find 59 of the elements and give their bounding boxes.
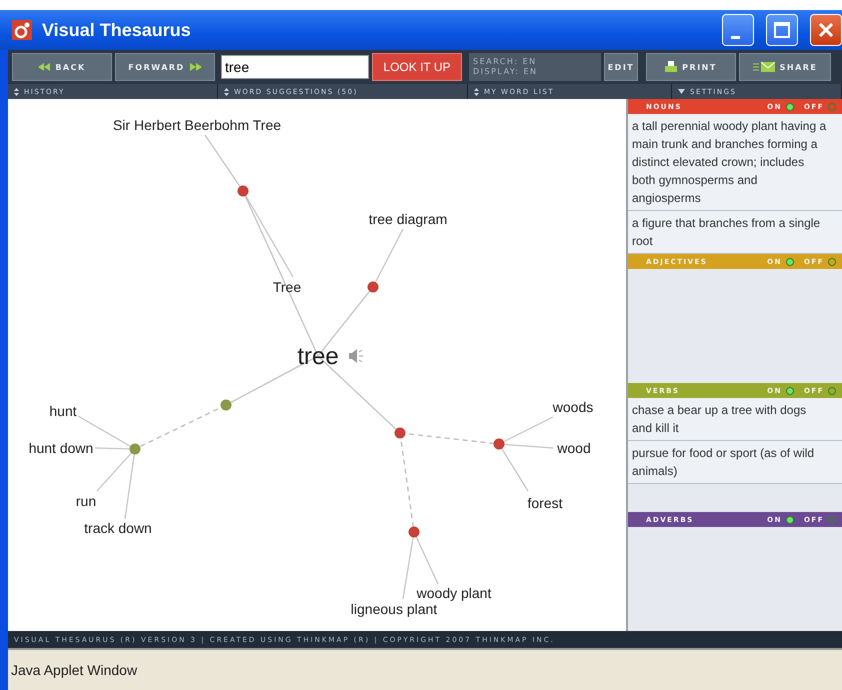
word-label[interactable]: forest bbox=[528, 495, 562, 511]
sort-icon bbox=[224, 88, 229, 96]
forward-button[interactable]: FORWARD bbox=[115, 53, 215, 81]
edit-button[interactable]: EDIT bbox=[604, 53, 638, 81]
definition[interactable]: pursue for food or sport (as of wild animals) bbox=[628, 441, 842, 484]
window-title: Visual Thesaurus bbox=[42, 20, 192, 40]
maximize-button[interactable] bbox=[766, 14, 798, 46]
status-bar: Java Applet Window bbox=[8, 648, 842, 690]
meaning-node[interactable] bbox=[220, 400, 232, 410]
envelope-icon bbox=[752, 62, 775, 72]
meaning-node[interactable] bbox=[130, 444, 140, 454]
close-button[interactable] bbox=[810, 14, 842, 46]
off-toggle[interactable] bbox=[828, 258, 836, 266]
word-label[interactable]: hunt down bbox=[28, 440, 94, 456]
minimize-icon bbox=[730, 36, 740, 38]
forward-arrow-icon bbox=[190, 63, 202, 71]
close-icon bbox=[819, 23, 833, 37]
back-arrow-icon bbox=[38, 63, 50, 71]
on-toggle[interactable] bbox=[786, 102, 794, 110]
meaning-node[interactable] bbox=[494, 438, 504, 450]
on-toggle[interactable] bbox=[786, 516, 794, 524]
look-it-up-button[interactable]: LOOK IT UP bbox=[372, 53, 462, 81]
off-toggle[interactable] bbox=[828, 516, 836, 524]
share-button[interactable]: SHARE bbox=[739, 53, 831, 81]
word-label[interactable]: track down bbox=[84, 520, 152, 536]
print-button[interactable]: PRINT bbox=[646, 53, 736, 81]
word-label[interactable]: Tree bbox=[272, 279, 302, 295]
display-language: DISPLAY: EN bbox=[473, 67, 539, 77]
search-language: SEARCH: EN bbox=[473, 57, 538, 67]
on-toggle[interactable] bbox=[786, 258, 794, 266]
meaning-node[interactable] bbox=[238, 186, 248, 196]
word-label[interactable]: ligneous plant bbox=[350, 601, 438, 617]
sort-icon bbox=[474, 88, 479, 96]
word-label[interactable]: Sir Herbert Beerbohm Tree bbox=[112, 117, 282, 133]
meaning-node[interactable] bbox=[368, 282, 378, 292]
off-toggle[interactable] bbox=[828, 102, 836, 110]
sort-icon bbox=[14, 88, 19, 96]
meaning-node[interactable] bbox=[408, 526, 420, 538]
app-logo-icon bbox=[12, 20, 32, 40]
word-label[interactable]: run bbox=[76, 493, 96, 509]
definition[interactable]: a figure that branches from a single root bbox=[628, 211, 842, 254]
on-toggle[interactable] bbox=[786, 386, 794, 394]
word-label[interactable]: tree diagram bbox=[368, 211, 448, 227]
off-toggle[interactable] bbox=[828, 386, 836, 394]
word-label[interactable]: woods bbox=[552, 399, 594, 415]
center-word: tree bbox=[297, 343, 339, 371]
maximize-icon bbox=[774, 22, 790, 38]
definition[interactable]: a tall perennial woody plant having a main trunk and branches forming a distinct elevated crown; includes both gymnosperms and angiosperms bbox=[628, 114, 842, 211]
back-button[interactable]: BACK bbox=[12, 53, 112, 81]
dropdown-icon bbox=[678, 89, 685, 94]
search-field[interactable]: tree bbox=[221, 55, 369, 79]
word-label[interactable]: hunt bbox=[49, 403, 77, 419]
printer-icon bbox=[665, 61, 678, 73]
word-label[interactable]: wood bbox=[557, 440, 591, 456]
definition[interactable]: chase a bear up a tree with dogs and kill it bbox=[628, 398, 842, 441]
word-label[interactable]: woody plant bbox=[416, 585, 492, 601]
speaker-icon[interactable] bbox=[349, 349, 364, 363]
minimize-button[interactable] bbox=[722, 14, 754, 46]
meaning-node[interactable] bbox=[394, 428, 406, 438]
